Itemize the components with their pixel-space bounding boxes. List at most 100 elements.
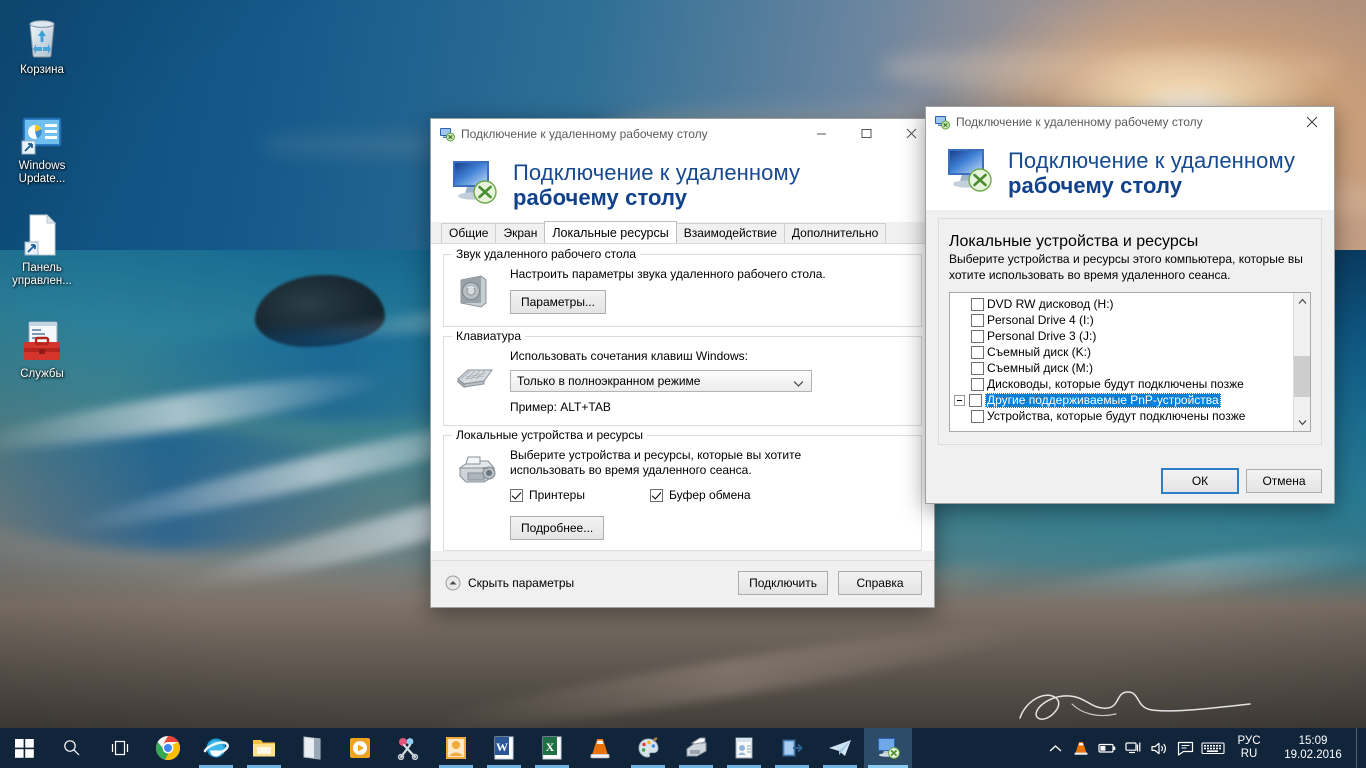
minimize-button[interactable] (799, 119, 844, 149)
cancel-button[interactable]: Отмена (1246, 469, 1322, 493)
scrollbar-track[interactable] (1294, 310, 1310, 414)
search-button[interactable] (48, 728, 96, 768)
taskbar-spacer (912, 728, 1042, 768)
scroll-down-button[interactable] (1294, 414, 1310, 431)
desktop-icon-control-panel[interactable]: Панель управлен... (4, 212, 80, 288)
taskbar-apps[interactable]: W X (144, 728, 912, 768)
list-item[interactable]: Дисководы, которые будут подключены позж… (950, 376, 1293, 392)
main-window-tabstrip[interactable]: Общие Экран Локальные ресурсы Взаимодейс… (431, 221, 934, 244)
main-window-footer: Скрыть параметры Подключить Справка (431, 560, 934, 607)
list-item[interactable]: Personal Drive 3 (J:) (950, 328, 1293, 344)
action-center-button[interactable] (1172, 728, 1198, 768)
taskbar-app-media-player[interactable] (336, 728, 384, 768)
desktop[interactable]: Корзина Windows Update... Панель управле… (0, 0, 1366, 768)
volume-button[interactable] (1146, 728, 1172, 768)
main-window-banner: Подключение к удаленному рабочему столу (431, 149, 934, 222)
outlook-icon (446, 737, 466, 759)
list-item-checkbox[interactable] (971, 377, 984, 391)
audio-settings-button[interactable]: Параметры... (510, 290, 606, 314)
clock[interactable]: 15:09 19.02.2016 (1270, 728, 1356, 768)
show-desktop-button[interactable] (1356, 728, 1364, 768)
taskbar-app-remote-desktop[interactable] (864, 728, 912, 768)
scroll-up-button[interactable] (1294, 293, 1310, 310)
list-item-checkbox[interactable] (971, 345, 984, 359)
keyboard-icon (454, 349, 510, 415)
taskbar-app-logoff[interactable] (768, 728, 816, 768)
task-view-button[interactable] (96, 728, 144, 768)
main-window-title: Подключение к удаленному рабочему столу (461, 126, 708, 141)
list-item-checkbox[interactable] (969, 393, 982, 407)
list-item-checkbox[interactable] (971, 361, 984, 375)
list-item[interactable]: Съемный диск (M:) (950, 360, 1293, 376)
network-button[interactable] (1120, 728, 1146, 768)
taskbar-app-word[interactable]: W (480, 728, 528, 768)
tray-vlc-button[interactable] (1068, 728, 1094, 768)
taskbar-app-snipping-tool[interactable] (384, 728, 432, 768)
taskbar-app-outlook[interactable] (432, 728, 480, 768)
tab-lokalnye-resursy[interactable]: Локальные ресурсы (544, 221, 677, 243)
windows-key-combo-value: Только в полноэкранном режиме (517, 374, 701, 388)
taskbar-app-internet-explorer[interactable] (192, 728, 240, 768)
checkbox-printers[interactable]: Принтеры (510, 488, 650, 502)
taskbar-app-file-explorer[interactable] (240, 728, 288, 768)
connect-button[interactable]: Подключить (738, 571, 828, 595)
desktop-icon-services[interactable]: Службы (4, 318, 80, 381)
devices-list-scrollbar[interactable] (1293, 293, 1310, 431)
maximize-button[interactable] (844, 119, 889, 149)
list-item-checkbox[interactable] (971, 409, 984, 423)
taskbar-app-excel[interactable]: X (528, 728, 576, 768)
sub-description-line-1: Выберите устройства и ресурсы этого комп… (949, 252, 1303, 266)
taskbar[interactable]: W X РУС RU 15:09 19.02.2016 (0, 728, 1366, 768)
windows-key-combo[interactable]: Только в полноэкранном режиме (510, 370, 812, 392)
tab-vzaimodeystvie[interactable]: Взаимодействие (675, 223, 785, 243)
system-tray[interactable]: РУС RU 15:09 19.02.2016 (1042, 728, 1366, 768)
checkbox-clipboard-box[interactable] (650, 488, 663, 502)
list-item[interactable]: Устройства, которые будут подключены поз… (950, 408, 1293, 424)
tab-ekran[interactable]: Экран (495, 223, 546, 243)
main-window-controls[interactable] (799, 119, 934, 149)
desktop-icon-recycle-bin[interactable]: Корзина (4, 14, 80, 77)
battery-button[interactable] (1094, 728, 1120, 768)
scrollbar-thumb[interactable] (1294, 355, 1310, 398)
ok-button[interactable]: ОК (1162, 469, 1238, 493)
show-hidden-icons-button[interactable] (1042, 728, 1068, 768)
desktop-icon-label: Windows Update... (18, 160, 66, 185)
touch-keyboard-button[interactable] (1198, 728, 1228, 768)
list-item-checkbox[interactable] (971, 313, 984, 327)
taskbar-app-contacts[interactable] (720, 728, 768, 768)
checkbox-printers-box[interactable] (510, 488, 523, 502)
devices-listbox[interactable]: DVD RW дисковод (H:) Personal Drive 4 (I… (949, 292, 1311, 432)
list-item[interactable]: DVD RW дисковод (H:) (950, 296, 1293, 312)
taskbar-app-telegram[interactable] (816, 728, 864, 768)
language-indicator[interactable]: РУС RU (1228, 728, 1270, 768)
hide-options-button[interactable]: Скрыть параметры (445, 575, 574, 591)
taskbar-app-vlc[interactable] (576, 728, 624, 768)
sub-window-titlebar[interactable]: Подключение к удаленному рабочему столу (926, 107, 1334, 137)
checkbox-clipboard[interactable]: Буфер обмена (650, 488, 751, 502)
taskbar-app-chrome[interactable] (144, 728, 192, 768)
taskbar-app-onenote[interactable] (288, 728, 336, 768)
tab-obshie[interactable]: Общие (441, 223, 497, 243)
list-item-checkbox[interactable] (971, 329, 984, 343)
devices-list[interactable]: DVD RW дисковод (H:) Personal Drive 4 (I… (950, 293, 1293, 431)
taskbar-app-paint[interactable] (624, 728, 672, 768)
language-line-2: RU (1240, 748, 1258, 760)
collapse-expander-icon[interactable] (954, 394, 965, 406)
help-button[interactable]: Справка (838, 571, 922, 595)
list-item[interactable]: Съемный диск (K:) (950, 344, 1293, 360)
more-devices-button[interactable]: Подробнее... (510, 516, 605, 540)
banner-line-2: рабочему столу (513, 184, 688, 210)
local-devices-dialog[interactable]: Подключение к удаленному рабочему столу (925, 106, 1335, 504)
start-button[interactable] (0, 728, 48, 768)
sub-close-button[interactable] (1289, 107, 1334, 137)
list-item-selected[interactable]: Другие поддерживаемые PnP-устройства (950, 392, 1293, 408)
desktop-icon-windows-update[interactable]: Windows Update... (4, 110, 80, 186)
list-item[interactable]: Personal Drive 4 (I:) (950, 312, 1293, 328)
list-item-checkbox[interactable] (971, 297, 984, 311)
remote-desktop-icon (934, 114, 950, 130)
main-window-titlebar[interactable]: Подключение к удаленному рабочему столу (431, 119, 934, 149)
taskbar-app-scanner[interactable] (672, 728, 720, 768)
tab-dopolnitelno[interactable]: Дополнительно (783, 223, 887, 243)
sub-window-controls[interactable] (1289, 107, 1334, 137)
remote-desktop-connection-window[interactable]: Подключение к удаленному рабочему столу (430, 118, 935, 608)
